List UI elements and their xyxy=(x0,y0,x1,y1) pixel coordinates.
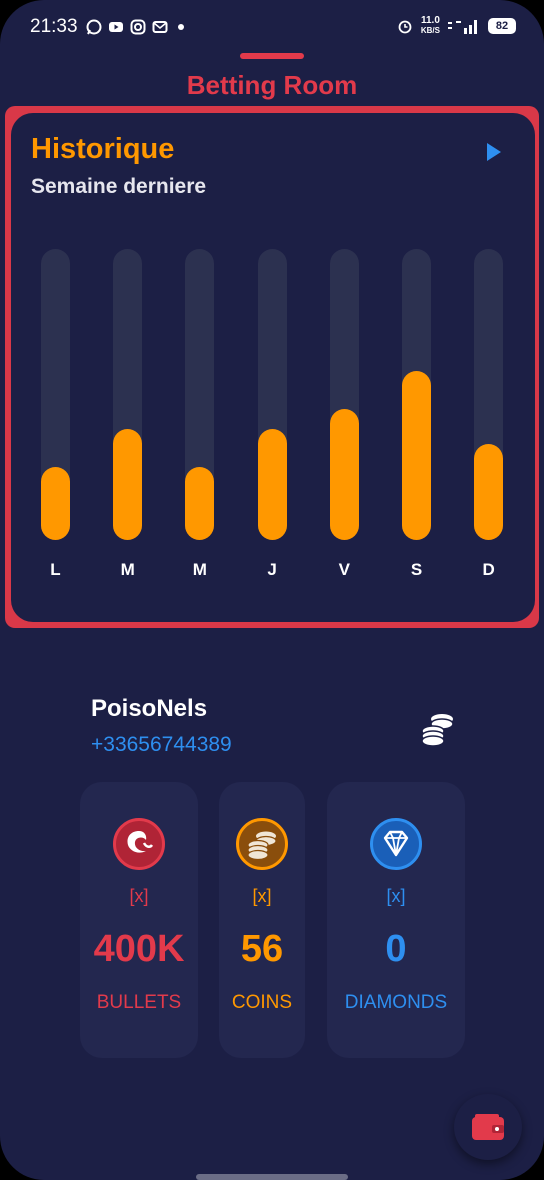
page-title: Betting Room xyxy=(186,70,358,100)
bar-6[interactable] xyxy=(474,443,504,540)
stat-card-bullets[interactable]: [x] 400K BULLETS xyxy=(80,782,198,1058)
bullets-value: 400K xyxy=(93,928,185,970)
status-bar: 21:33 11.0 KB/S 82 xyxy=(0,0,544,56)
wallet-button[interactable] xyxy=(454,1094,522,1160)
diamonds-placeholder: [x] xyxy=(386,886,406,906)
day-label: V xyxy=(338,560,350,579)
instagram-icon xyxy=(130,19,146,35)
coins-value: 56 xyxy=(240,928,284,970)
stat-card-coins[interactable]: [x] 56 COINS xyxy=(219,782,305,1058)
diamonds-value: 0 xyxy=(385,928,407,970)
youtube-icon xyxy=(109,22,123,32)
drag-handle[interactable] xyxy=(240,53,304,59)
notification-icons xyxy=(86,19,184,35)
weekly-bar-chart: LMMJVSD xyxy=(11,113,535,622)
more-notifications-dot xyxy=(178,24,184,30)
user-phone: +33656744389 xyxy=(91,733,232,756)
bullets-label: BULLETS xyxy=(96,992,182,1013)
coins-stack-icon[interactable] xyxy=(420,712,456,746)
day-label: M xyxy=(192,560,207,579)
bullets-placeholder: [x] xyxy=(129,886,149,906)
bar-2[interactable] xyxy=(185,467,215,540)
day-label: S xyxy=(410,560,423,579)
bar-4[interactable] xyxy=(329,409,359,540)
history-card: Historique Semaine derniere LMMJVSD xyxy=(11,113,535,622)
network-speed-value: 11.0 xyxy=(420,15,440,26)
day-label: L xyxy=(50,560,61,579)
bar-3[interactable] xyxy=(257,429,287,540)
status-indicators: 11.0 KB/S 82 xyxy=(397,16,516,36)
day-label: M xyxy=(120,560,135,579)
bar-1[interactable] xyxy=(113,429,143,540)
app-screen: 21:33 11.0 KB/S 82 Betting Room Historiq… xyxy=(0,0,544,1180)
alarm-icon xyxy=(398,20,412,34)
diamonds-label: DIAMONDS xyxy=(344,992,448,1013)
signal-icon xyxy=(448,20,477,34)
diamond-icon xyxy=(370,818,422,870)
network-speed-unit: KB/S xyxy=(420,26,440,35)
battery-indicator: 82 xyxy=(488,18,516,34)
whatsapp-icon xyxy=(86,19,102,35)
coins-placeholder: [x] xyxy=(252,886,272,906)
wallet-icon xyxy=(472,1114,504,1140)
day-label: D xyxy=(482,560,495,579)
network-speed: 11.0 KB/S xyxy=(421,16,440,36)
stat-card-diamonds[interactable]: [x] 0 DIAMONDS xyxy=(327,782,465,1058)
coins-label: COINS xyxy=(231,992,293,1013)
home-indicator[interactable] xyxy=(196,1174,348,1180)
coins-icon xyxy=(236,818,288,870)
status-time: 21:33 xyxy=(30,16,78,37)
bullet-icon xyxy=(113,818,165,870)
bar-5[interactable] xyxy=(402,371,431,540)
mail-icon xyxy=(152,21,168,33)
day-label: J xyxy=(267,560,277,579)
bar-0[interactable] xyxy=(41,467,70,540)
user-name: PoisoNels xyxy=(91,695,208,722)
